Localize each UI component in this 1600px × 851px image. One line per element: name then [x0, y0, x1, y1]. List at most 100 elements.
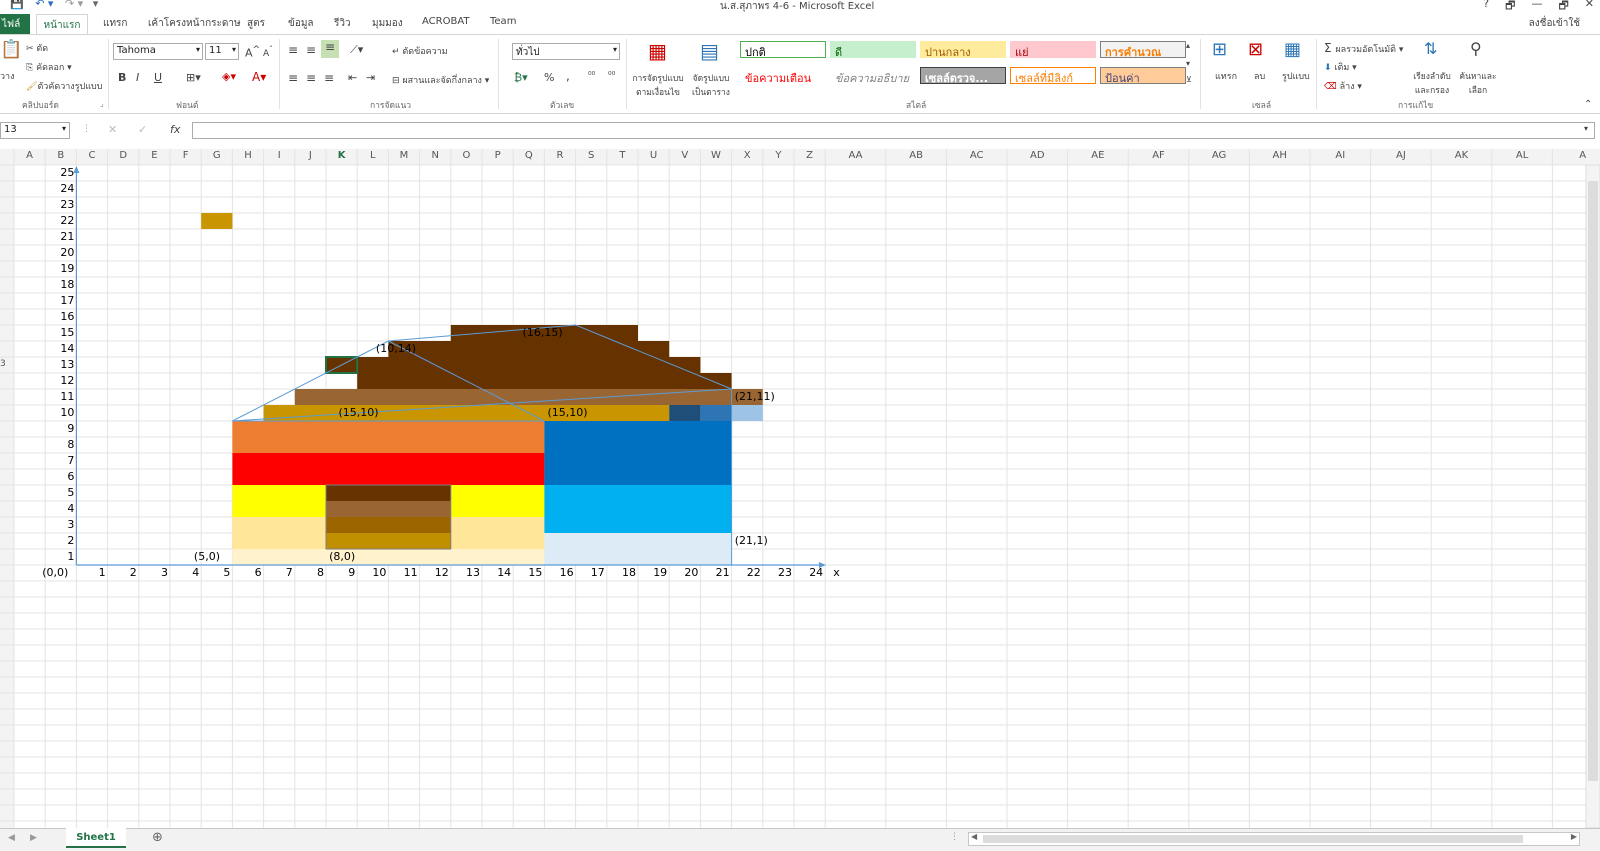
row-header[interactable]: 3 [0, 359, 14, 369]
align-top-icon[interactable]: ≡ [288, 43, 298, 57]
column-header-AF[interactable]: AF [1128, 150, 1189, 161]
column-header-A[interactable]: A [1552, 150, 1600, 161]
paste-button[interactable]: วาง [0, 69, 15, 83]
percent-button[interactable]: % [544, 71, 554, 84]
fill-color-icon[interactable]: ◈▾ [222, 70, 236, 83]
column-header-Y[interactable]: Y [763, 150, 794, 161]
vertical-scrollbar-thumb[interactable] [1588, 181, 1598, 781]
format-as-table-icon[interactable]: ▤ [700, 39, 719, 63]
cell-style-2[interactable]: ปานกลาง [920, 41, 1006, 58]
column-header-H[interactable]: H [232, 150, 263, 161]
column-header-AB[interactable]: AB [886, 150, 947, 161]
increase-indent-icon[interactable]: ⇥ [366, 71, 375, 84]
font-size-select[interactable]: 11 ▾ [205, 43, 239, 60]
column-header-AE[interactable]: AE [1068, 150, 1129, 161]
tab-review[interactable]: รีวิว [334, 16, 351, 31]
shrink-font-icon[interactable]: Aˇ [263, 45, 273, 59]
column-header-P[interactable]: P [482, 150, 513, 161]
insert-cells-button[interactable]: แทรก [1215, 69, 1237, 83]
gallery-more-icon[interactable]: ⊻ [1186, 75, 1192, 84]
column-header-M[interactable]: M [388, 150, 419, 161]
tab-home[interactable]: หน้าแรก [36, 14, 88, 35]
underline-button[interactable]: U [154, 71, 162, 84]
add-sheet-button[interactable]: ⊕ [152, 830, 163, 845]
comma-button[interactable]: , [566, 69, 570, 83]
cell-style-0[interactable]: ปกติ [740, 41, 826, 58]
tab-insert[interactable]: แทรก [103, 16, 127, 31]
scroll-right-icon[interactable]: ▶ [1571, 832, 1577, 841]
align-right-icon[interactable]: ≡ [324, 71, 334, 85]
column-header-F[interactable]: F [170, 150, 201, 161]
find-select-button[interactable]: ค้นหาและ เลือก [1456, 69, 1500, 97]
column-header-A[interactable]: A [14, 150, 45, 161]
currency-icon[interactable]: ₿▾ [514, 71, 528, 84]
horizontal-scrollbar[interactable]: ◀ ▶ [968, 832, 1580, 846]
tab-team[interactable]: Team [490, 16, 516, 27]
next-sheet-icon[interactable]: ▶ [30, 833, 37, 843]
insert-function-button[interactable]: fx [170, 123, 180, 136]
column-header-AA[interactable]: AA [825, 150, 886, 161]
grid-canvas[interactable] [0, 149, 1600, 828]
column-header-Q[interactable]: Q [513, 150, 544, 161]
enter-icon[interactable]: ✓ [138, 123, 147, 136]
column-header-AI[interactable]: AI [1310, 150, 1371, 161]
delete-cells-button[interactable]: ลบ [1254, 69, 1265, 83]
column-header-B[interactable]: B [45, 150, 76, 161]
conditional-format-icon[interactable]: ▦ [648, 39, 667, 63]
column-header-W[interactable]: W [700, 150, 731, 161]
font-name-select[interactable]: Tahoma ▾ [113, 43, 203, 60]
column-header-J[interactable]: J [295, 150, 326, 161]
binoculars-icon[interactable]: ⚲ [1470, 39, 1482, 58]
column-header-L[interactable]: L [357, 150, 388, 161]
column-header-S[interactable]: S [576, 150, 607, 161]
column-header-AD[interactable]: AD [1007, 150, 1068, 161]
clipboard-launcher-icon[interactable]: ⌟ [100, 99, 104, 108]
cell-style-8[interactable]: เซลล์ที่มีลิงก์ [1010, 67, 1096, 84]
align-bottom-icon[interactable]: ≡ [321, 40, 339, 58]
column-header-R[interactable]: R [544, 150, 575, 161]
column-header-K[interactable]: K [326, 150, 357, 161]
prev-sheet-icon[interactable]: ◀ [8, 833, 15, 843]
column-header-N[interactable]: N [420, 150, 451, 161]
column-header-AG[interactable]: AG [1189, 150, 1250, 161]
column-header-AK[interactable]: AK [1431, 150, 1492, 161]
cell-style-1[interactable]: ดี [830, 41, 916, 58]
cell-style-9[interactable]: ป้อนค่า [1100, 67, 1186, 84]
sort-filter-icon[interactable]: ⇅ [1424, 39, 1437, 58]
conditional-format-button[interactable]: การจัดรูปแบบ ตามเงื่อนไข [630, 71, 686, 99]
number-format-select[interactable]: ทั่วไป ▾ [512, 43, 620, 60]
column-header-AJ[interactable]: AJ [1371, 150, 1432, 161]
tab-formulas[interactable]: สูตร [247, 16, 265, 31]
scrollbar-thumb[interactable] [983, 835, 1523, 843]
redo-icon[interactable]: ↷ ▾ [65, 0, 83, 10]
name-box[interactable]: 13 ▾ [0, 122, 70, 139]
orientation-icon[interactable]: ⟋▾ [350, 43, 363, 57]
format-cells-icon[interactable]: ▦ [1284, 39, 1301, 60]
font-color-icon[interactable]: A▾ [252, 70, 266, 84]
gallery-down-icon[interactable]: ▾ [1186, 59, 1190, 68]
fill-button[interactable]: ⬇ เติม ▾ [1324, 60, 1357, 74]
column-header-T[interactable]: T [607, 150, 638, 161]
bold-button[interactable]: B [118, 71, 126, 84]
column-header-AL[interactable]: AL [1492, 150, 1553, 161]
decrease-indent-icon[interactable]: ⇤ [348, 71, 357, 84]
copy-button[interactable]: ⎘ คัดลอก ▾ [26, 60, 72, 74]
cell-style-5[interactable]: ข้อความเตือน [740, 67, 826, 84]
merge-center-button[interactable]: ⊟ ผสานและจัดกึ่งกลาง ▾ [392, 73, 489, 87]
cut-button[interactable]: ✂ ตัด [26, 41, 48, 55]
save-icon[interactable]: 💾 [10, 0, 24, 10]
column-header-U[interactable]: U [638, 150, 669, 161]
column-header-G[interactable]: G [201, 150, 232, 161]
column-header-I[interactable]: I [264, 150, 295, 161]
borders-icon[interactable]: ⊞▾ [186, 71, 201, 84]
cell-style-3[interactable]: แย่ [1010, 41, 1096, 58]
align-middle-icon[interactable]: ≡ [306, 43, 316, 57]
paste-icon[interactable]: 📋 [0, 39, 22, 60]
cell-style-6[interactable]: ข้อความอธิบาย [830, 67, 916, 84]
cancel-icon[interactable]: ✕ [108, 123, 117, 136]
wrap-text-button[interactable]: ↵ ตัดข้อความ [392, 44, 448, 58]
sign-in-link[interactable]: ลงชื่อเข้าใช้ [1529, 16, 1580, 31]
tab-view[interactable]: มุมมอง [372, 16, 403, 31]
column-header-V[interactable]: V [669, 150, 700, 161]
format-painter-button[interactable]: 🖌ตัวคัดวางรูปแบบ [26, 79, 102, 93]
